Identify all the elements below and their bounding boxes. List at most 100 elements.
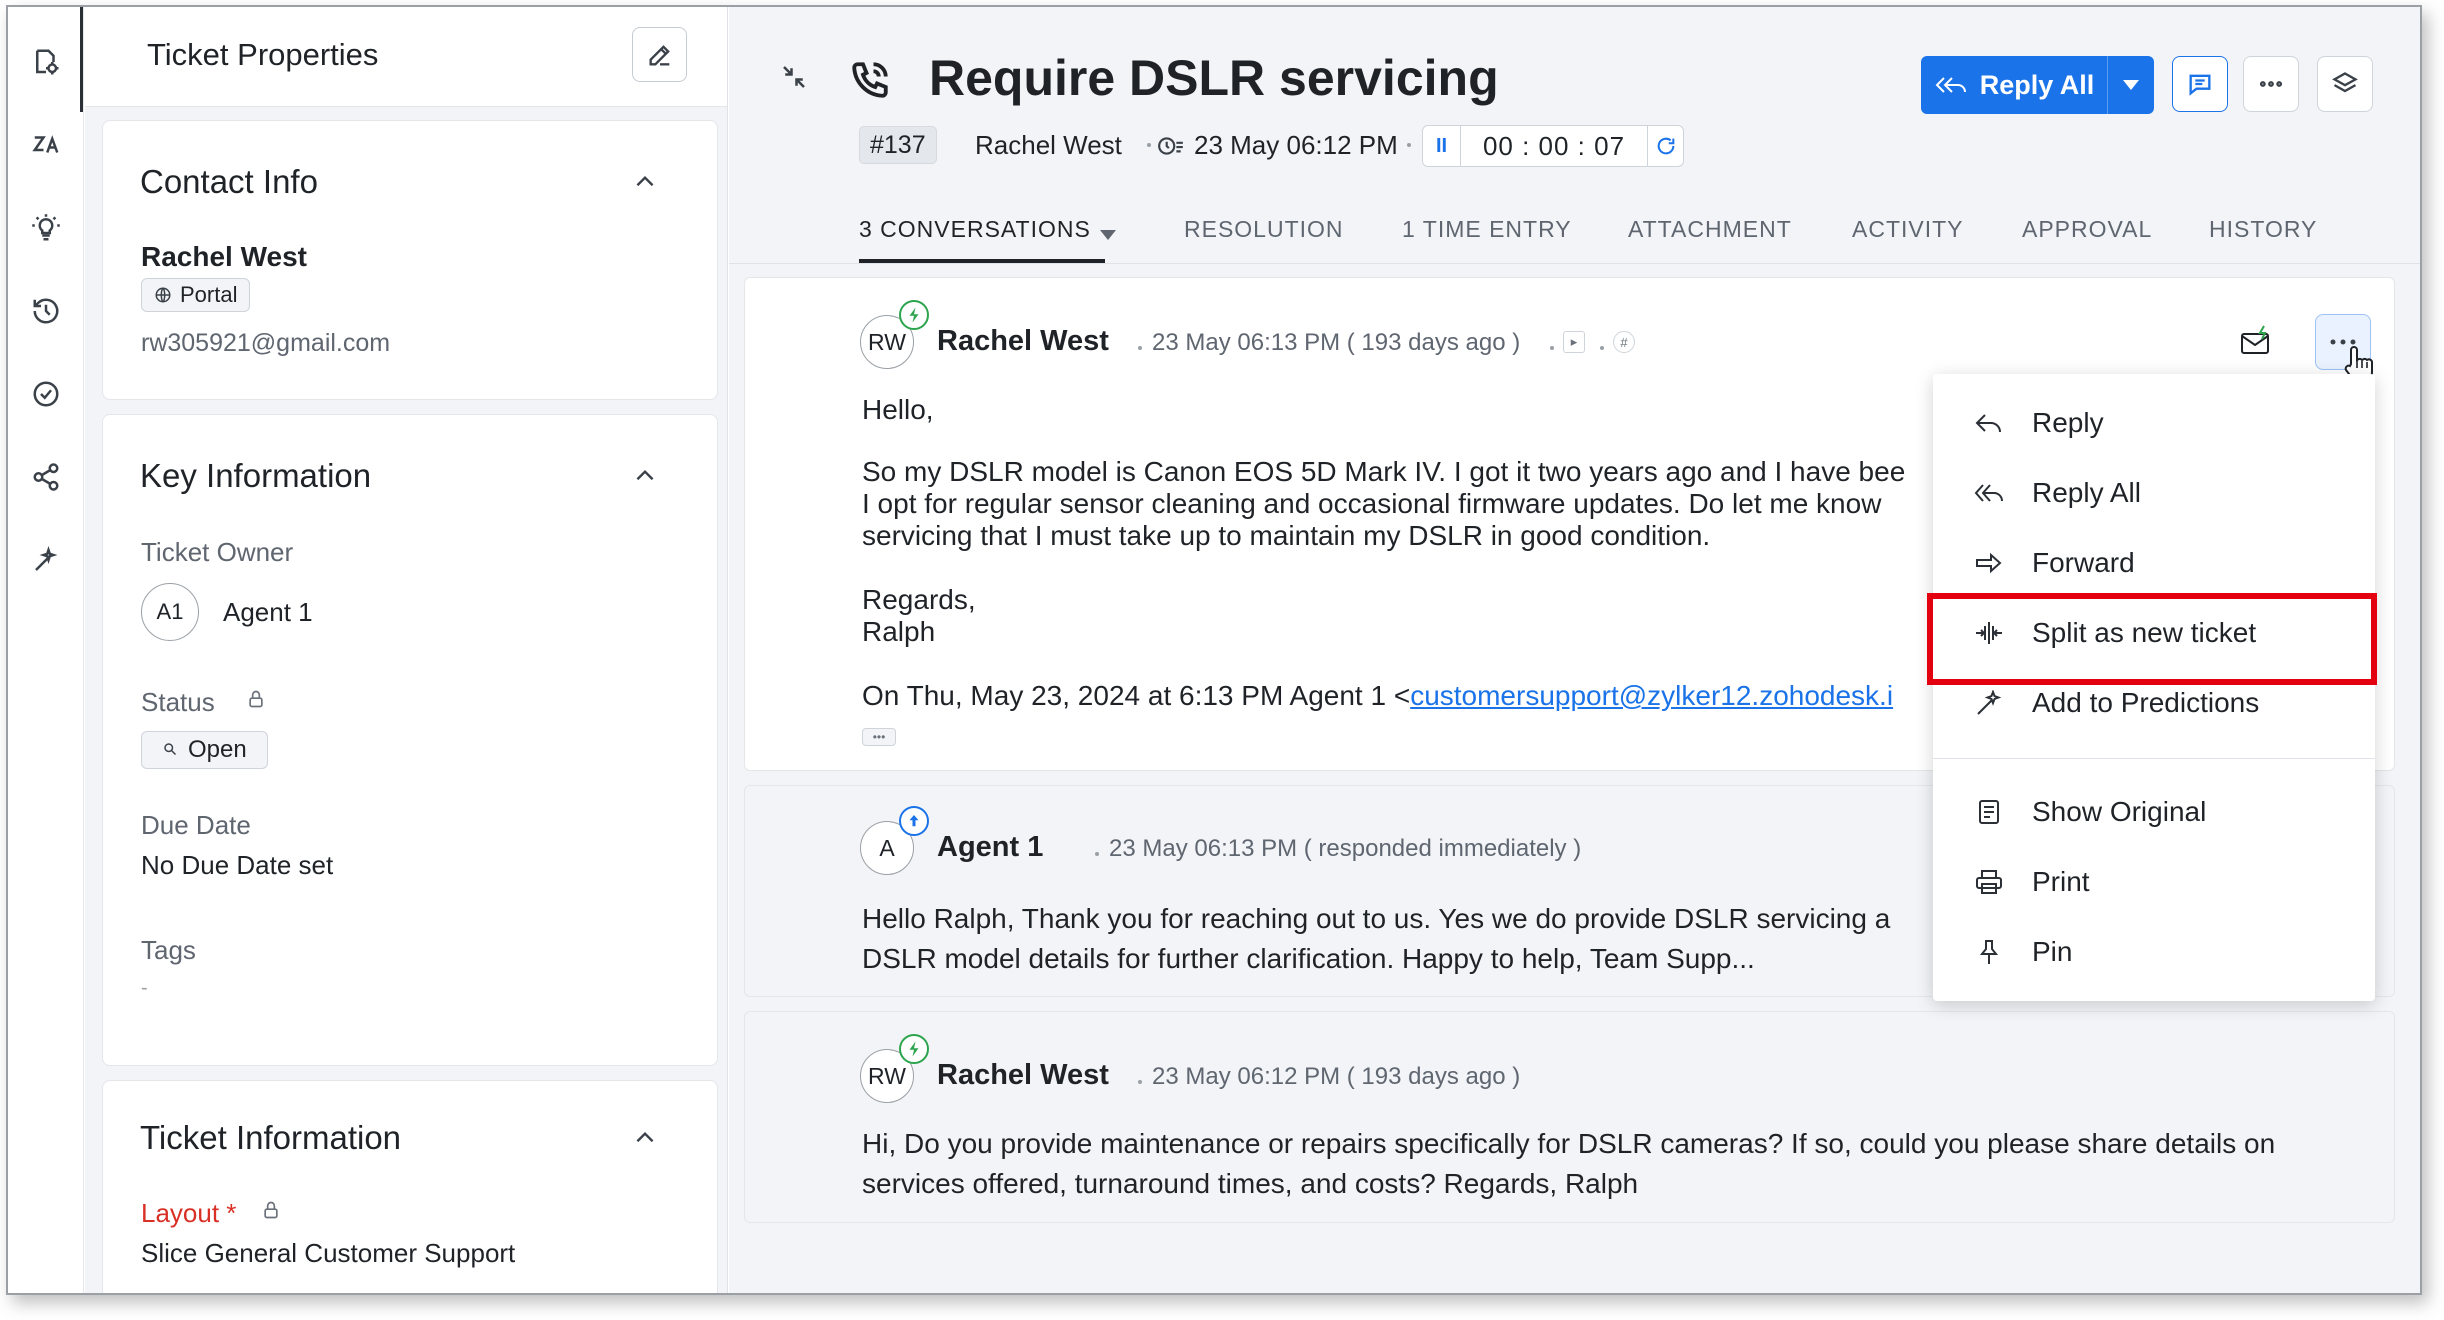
- layers-icon: [2332, 72, 2358, 93]
- tab-conversations[interactable]: 3 CONVERSATIONS: [859, 216, 1091, 243]
- quoted-header-text: On Thu, May 23, 2024 at 6:13 PM Agent 1 …: [862, 680, 1411, 711]
- refresh-icon[interactable]: [1647, 126, 1683, 166]
- tags-value[interactable]: -: [141, 977, 148, 1000]
- print-icon: [1973, 868, 2005, 896]
- properties-title: Ticket Properties: [147, 37, 379, 72]
- lightbulb-icon[interactable]: [26, 208, 66, 248]
- layout-value[interactable]: Slice General Customer Support: [141, 1238, 515, 1269]
- separator-dot: [1600, 346, 1604, 350]
- ticket-header: Require DSLR servicing #137 Rachel West …: [729, 7, 2420, 265]
- message-line: Hi, Do you provide maintenance or repair…: [862, 1128, 2276, 1159]
- reply-icon: [1973, 409, 2005, 437]
- email-link[interactable]: customersupport@zylker12.zohodesk.i: [1410, 680, 1893, 711]
- magic-wand-icon[interactable]: [26, 540, 66, 580]
- ticket-id-badge[interactable]: #137: [859, 126, 937, 164]
- ticket-title: Require DSLR servicing: [929, 50, 1499, 106]
- highlight-annotation: [1927, 593, 2377, 685]
- chevron-up-icon[interactable]: [632, 463, 658, 489]
- menu-item-pin[interactable]: Pin: [1933, 922, 2375, 982]
- menu-item-label: Reply All: [2032, 477, 2141, 508]
- edit-properties-button[interactable]: [632, 27, 687, 82]
- history-icon[interactable]: [26, 291, 66, 331]
- pause-icon[interactable]: II: [1423, 126, 1461, 166]
- tab-attachment[interactable]: ATTACHMENT: [1628, 216, 1792, 243]
- owner-avatar: A1: [141, 583, 199, 641]
- magic-wand-icon: [1973, 689, 2005, 717]
- show-quoted-button[interactable]: •••: [862, 728, 896, 746]
- sender-name[interactable]: Agent 1: [937, 831, 1043, 864]
- status-icon: [164, 743, 177, 756]
- sender-name[interactable]: Rachel West: [937, 325, 1109, 358]
- contact-name[interactable]: Rachel West: [141, 241, 307, 273]
- layers-button[interactable]: [2317, 56, 2373, 112]
- reply-all-button[interactable]: Reply All: [1921, 56, 2154, 114]
- reply-all-icon: [1935, 77, 1966, 93]
- contact-info-heading: Contact Info: [140, 163, 318, 200]
- message-greeting: Hello,: [862, 394, 934, 425]
- play-icon[interactable]: ▸: [1563, 331, 1585, 353]
- message-line: I opt for regular sensor cleaning and oc…: [862, 488, 1882, 519]
- quoted-header: On Thu, May 23, 2024 at 6:13 PM Agent 1 …: [862, 680, 1893, 712]
- separator-dot: [1095, 852, 1099, 856]
- message-line: Ralph: [862, 616, 936, 647]
- message-line: So my DSLR model is Canon EOS 5D Mark IV…: [862, 456, 1906, 487]
- menu-item-show-original[interactable]: Show Original: [1933, 782, 2375, 842]
- message-line: Hello Ralph, Thank you for reaching out …: [862, 903, 1891, 934]
- ticket-owner-name[interactable]: Agent 1: [223, 597, 313, 628]
- menu-item-reply-all[interactable]: Reply All: [1933, 463, 2375, 523]
- key-information-card: Key Information Ticket Owner A1 Agent 1 …: [102, 414, 718, 1066]
- status-dropdown[interactable]: Open: [141, 731, 268, 769]
- check-circle-icon[interactable]: [26, 374, 66, 414]
- menu-item-forward[interactable]: Forward: [1933, 533, 2375, 593]
- share-icon[interactable]: [26, 457, 66, 497]
- ticket-information-card: Ticket Information Layout * Slice Genera…: [102, 1080, 718, 1293]
- ticket-tabs: 3 CONVERSATIONS RESOLUTION 1 TIME ENTRY …: [729, 202, 2420, 264]
- clock-icon: [1157, 133, 1185, 159]
- hashtag-icon[interactable]: #: [1613, 331, 1635, 353]
- translate-icon[interactable]: [26, 125, 66, 165]
- tab-time-entry[interactable]: 1 TIME ENTRY: [1402, 216, 1572, 243]
- contact-email[interactable]: rw305921@gmail.com: [141, 329, 390, 358]
- layout-label: Layout *: [141, 1198, 237, 1228]
- properties-header: Ticket Properties: [85, 7, 727, 107]
- menu-item-label: Forward: [2032, 547, 2135, 578]
- app-window: Ticket Properties Contact Info Rachel We…: [6, 5, 2422, 1295]
- incoming-badge-icon: [899, 1034, 929, 1064]
- active-tab-indicator: [859, 259, 1105, 263]
- status-label: Status: [141, 687, 215, 717]
- tab-activity[interactable]: ACTIVITY: [1852, 216, 1964, 243]
- ticket-information-heading: Ticket Information: [140, 1119, 402, 1156]
- lock-icon: [246, 689, 266, 714]
- contact-info-card: Contact Info Rachel West Portal rw305921…: [102, 120, 718, 400]
- pencil-icon: [649, 44, 670, 65]
- menu-item-label: Show Original: [2032, 796, 2207, 827]
- timer-value: 00 : 00 : 07: [1482, 130, 1626, 161]
- reply-all-main[interactable]: Reply All: [1921, 56, 2108, 114]
- left-rail: [8, 7, 84, 1293]
- tab-history[interactable]: HISTORY: [2209, 216, 2317, 243]
- status-value: Open: [188, 736, 247, 763]
- menu-item-label: Add to Predictions: [2032, 687, 2260, 718]
- reply-options-caret[interactable]: [2108, 80, 2154, 90]
- menu-item-label: Print: [2032, 866, 2090, 897]
- ticket-created-time: 23 May 06:12 PM: [1194, 130, 1398, 160]
- show-original-icon: [1973, 798, 2005, 826]
- due-date-label: Due Date: [141, 810, 251, 840]
- collapse-icon[interactable]: [779, 62, 809, 92]
- comment-button[interactable]: [2172, 56, 2228, 112]
- menu-item-print[interactable]: Print: [1933, 852, 2375, 912]
- conversation-thread[interactable]: RW Rachel West 23 May 06:12 PM ( 193 day…: [744, 1011, 2395, 1223]
- incoming-badge-icon: [899, 300, 929, 330]
- menu-item-label: Reply: [2032, 407, 2104, 438]
- chevron-up-icon[interactable]: [632, 1125, 658, 1151]
- chevron-up-icon[interactable]: [632, 169, 658, 195]
- more-actions-button[interactable]: [2243, 56, 2299, 112]
- due-date-value[interactable]: No Due Date set: [141, 850, 333, 881]
- ticket-settings-icon[interactable]: [26, 42, 66, 82]
- menu-item-reply[interactable]: Reply: [1933, 393, 2375, 453]
- tab-approval[interactable]: APPROVAL: [2022, 216, 2152, 243]
- ticket-contact-name[interactable]: Rachel West: [975, 130, 1122, 161]
- sender-name[interactable]: Rachel West: [937, 1059, 1109, 1092]
- tab-resolution[interactable]: RESOLUTION: [1184, 216, 1344, 243]
- chevron-down-icon[interactable]: [1100, 227, 1116, 240]
